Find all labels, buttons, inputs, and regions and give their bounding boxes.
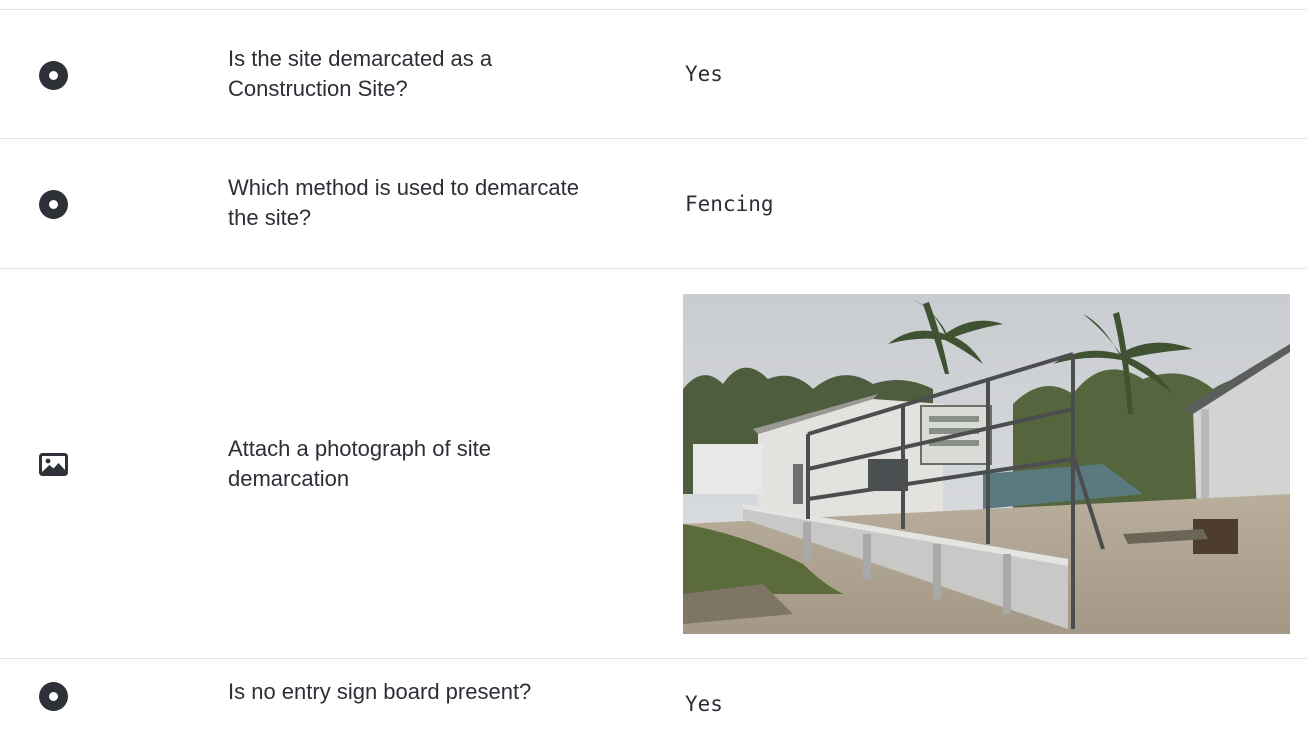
- row-icon-cell: [38, 681, 68, 711]
- answer-text: Yes: [685, 62, 723, 86]
- question-text: Is the site demarcated as a Construction…: [228, 46, 493, 101]
- table-row: Is no entry sign board present? Yes: [0, 659, 1307, 743]
- answer-text: Yes: [685, 692, 723, 716]
- row-icon-cell: [38, 189, 68, 219]
- row-icon-cell: [38, 449, 68, 479]
- inspection-table: Is the site demarcated as a Construction…: [0, 0, 1307, 743]
- table-row: Which method is used to demarcate the si…: [0, 139, 1307, 269]
- table-row: Is the site demarcated as a Construction…: [0, 10, 1307, 139]
- table-row: Attach a photograph of site demarcation: [0, 269, 1307, 659]
- radio-icon: [38, 681, 68, 711]
- answer-text: Fencing: [685, 192, 774, 216]
- radio-icon: [38, 60, 68, 90]
- radio-icon: [38, 189, 68, 219]
- image-icon: [38, 452, 68, 476]
- question-text: Which method is used to demarcate the si…: [228, 175, 579, 230]
- question-text: Attach a photograph of site demarcation: [228, 436, 491, 491]
- question-text: Is no entry sign board present?: [228, 679, 532, 704]
- site-demarcation-photo[interactable]: [683, 294, 1290, 634]
- row-icon-cell: [38, 60, 68, 90]
